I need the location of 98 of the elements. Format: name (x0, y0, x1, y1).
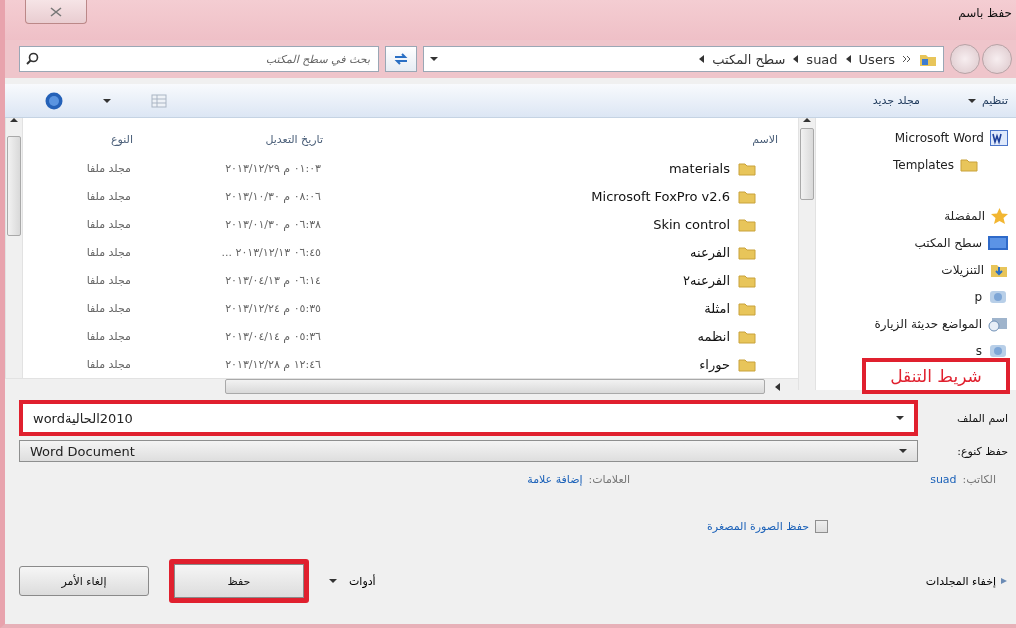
toolbar-button[interactable]: مجلد جديد (868, 92, 924, 109)
file-row[interactable]: Skin control (343, 216, 798, 232)
folder-icon (738, 244, 756, 260)
folder-icon (738, 356, 756, 372)
arrow-icon (699, 55, 705, 63)
search-field[interactable]: بحث في سطح المكتب (19, 46, 379, 72)
scroll-right-icon (775, 382, 780, 391)
recent-places-icon (988, 315, 1008, 332)
folder-icon (738, 300, 756, 316)
tools-menu-button[interactable]: أدوات (329, 574, 376, 588)
sidebar-item[interactable]: التنزيلات (816, 258, 1008, 281)
table-cell-text: ٠٥:٣٥ م ٢٠١٣/١٢/٢٤ (224, 301, 322, 315)
sidebar-item[interactable]: Microsoft Word (816, 126, 1008, 149)
caret-icon (329, 579, 337, 583)
folder-icon (738, 272, 756, 288)
file-row[interactable]: الفرعنه٢ (343, 272, 798, 288)
add-tag-link[interactable]: إضافة علامة (527, 473, 583, 486)
window-title: حفظ باسم (958, 6, 1012, 20)
file-row[interactable]: انظمه (343, 328, 798, 344)
table-cell-text: مجلد ملفا (85, 189, 132, 203)
scrollbar[interactable] (798, 118, 816, 390)
forward-button[interactable] (950, 44, 980, 74)
table-cell-text: ٠٨:٠٦ م ٢٠١٣/١٠/٣٠ (224, 189, 322, 203)
arrow-icon (845, 55, 851, 63)
file-row[interactable]: حوراء (343, 356, 798, 372)
caret-icon (967, 98, 976, 103)
sidebar-item[interactable]: المفضلة (816, 204, 1008, 227)
table-cell-text: ٠٦:٤٥ ٢٠١٣/١٢/١٣ ... (220, 245, 322, 259)
breadcrumb[interactable]: Users (858, 51, 895, 67)
dropdown-icon (430, 57, 438, 61)
close-button[interactable] (25, 0, 87, 24)
scroll-thumb[interactable] (800, 128, 814, 200)
search-icon (26, 52, 39, 65)
caret-icon (1000, 577, 1008, 585)
breadcrumb[interactable]: suad (806, 51, 838, 67)
table-cell-text: ٠٦:٣٨ م ٢٠١٣/٠١/٣٠ (224, 217, 322, 231)
file-name-field[interactable]: 2010الحاليةword (19, 400, 918, 436)
scrollbar[interactable] (5, 118, 23, 378)
sidebar-item[interactable]: Templates (816, 153, 1008, 176)
breadcrumb[interactable]: سطح المكتب (712, 51, 786, 67)
folder-icon (738, 328, 756, 344)
folder-icon (738, 160, 756, 176)
close-icon (50, 6, 62, 17)
refresh-button[interactable] (385, 46, 417, 72)
authors-link[interactable]: suad (930, 473, 957, 486)
arrow-icon (793, 55, 799, 63)
caret-icon (103, 98, 111, 103)
file-row[interactable]: materials (343, 160, 798, 176)
hide-folders-button[interactable]: إخفاء المجلدات (925, 574, 1008, 588)
back-button[interactable] (982, 44, 1012, 74)
view-icon[interactable] (151, 93, 167, 108)
scroll-thumb[interactable] (225, 379, 765, 394)
word-icon (990, 129, 1008, 146)
annotation-label: شريط التنقل (862, 358, 1010, 394)
toolbar-button[interactable]: تنظيم (963, 92, 1012, 109)
field-label: حفظ كنوع: (956, 444, 1008, 458)
table-cell-text: مجلد ملفا (85, 273, 132, 287)
dialog-button[interactable]: حفظ (169, 559, 309, 603)
file-row[interactable]: امثلة (343, 300, 798, 316)
scrollbar[interactable] (5, 378, 798, 394)
arrows-icon (393, 53, 409, 65)
table-cell-text: مجلد ملفا (85, 329, 132, 343)
folder-icon (960, 157, 978, 172)
column-header[interactable]: النوع (23, 132, 153, 146)
desktop-icon (988, 235, 1008, 250)
checkbox[interactable] (815, 520, 828, 533)
folder-icon (738, 216, 756, 232)
dropdown-icon (896, 416, 904, 420)
table-cell-text: مجلد ملفا (85, 301, 132, 315)
dropdown-icon (899, 449, 907, 453)
file-type-dropdown[interactable]: Word Document (19, 440, 918, 462)
table-cell-text: ٠٥:٣٦ م ٢٠١٣/٠٤/١٤ (224, 329, 322, 343)
sidebar-item[interactable]: p (816, 285, 1008, 308)
field-label: العلامات: (588, 473, 631, 486)
column-header[interactable]: الاسم (343, 132, 798, 146)
dialog-button[interactable]: إلغاء الأمر (19, 566, 149, 596)
scroll-thumb[interactable] (7, 136, 21, 236)
chevron-icon (903, 56, 911, 62)
table-cell-text: ١٢:٤٦ م ٢٠١٣/١٢/٢٨ (224, 357, 322, 371)
table-cell-text: ٠١:٠٣ م ٢٠١٣/١٢/٢٩ (224, 161, 322, 175)
sidebar-item[interactable]: المواضع حديثة الزيارة (816, 312, 1008, 335)
table-cell-text: مجلد ملفا (85, 357, 132, 371)
table-cell-text: مجلد ملفا (85, 161, 132, 175)
folder-icon (738, 188, 756, 204)
file-row[interactable]: Microsoft FoxPro v2.6 (343, 188, 798, 204)
field-label: الكاتب: (962, 473, 996, 486)
field-label: اسم الملف (956, 411, 1008, 425)
network-folder-icon (988, 342, 1008, 359)
network-folder-icon (988, 288, 1008, 305)
table-cell-text: مجلد ملفا (85, 217, 132, 231)
star-icon (991, 207, 1008, 224)
file-row[interactable]: الفرعنه (343, 244, 798, 260)
column-header[interactable]: تاريخ التعديل (153, 132, 343, 146)
checkbox-label: حفظ الصورة المصغرة (707, 520, 809, 533)
table-cell-text: ٠٦:١٤ م ٢٠١٣/٠٤/١٣ (224, 273, 322, 287)
help-icon[interactable] (45, 91, 63, 110)
sidebar-item[interactable]: سطح المكتب (816, 231, 1008, 254)
table-cell-text: مجلد ملفا (85, 245, 132, 259)
